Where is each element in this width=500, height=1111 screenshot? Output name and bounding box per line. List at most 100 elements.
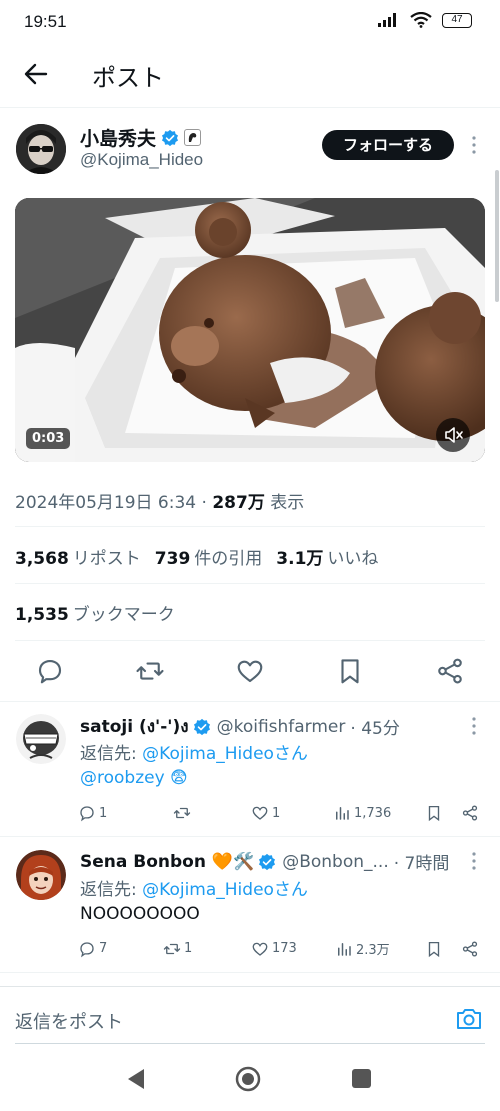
back-arrow-icon[interactable]	[20, 58, 52, 90]
author-name-text[interactable]: 小島秀夫	[80, 124, 156, 151]
share-icon[interactable]	[461, 804, 479, 822]
reply-replies[interactable]: 1	[78, 804, 173, 822]
reply-text: NOOOOOOOO	[80, 904, 200, 924]
affiliation-badge-icon	[184, 129, 202, 146]
bookmark-icon[interactable]	[335, 656, 365, 686]
reply-reposts[interactable]: 1	[163, 940, 251, 958]
reply-icon[interactable]	[35, 656, 65, 686]
reply-reposts-count: 1	[184, 941, 193, 956]
reply-icon	[80, 806, 94, 822]
like-icon	[252, 942, 268, 956]
reply-header: Sena Bonbon 🧡🛠️ @Bonbon_... · 7時間	[80, 849, 450, 875]
mute-icon	[445, 427, 463, 443]
page-title: ポスト	[92, 64, 164, 92]
header-divider	[0, 107, 500, 108]
reply-to-link[interactable]: @Kojima_Hideoさん	[142, 880, 308, 900]
signal-icon	[378, 13, 396, 27]
share-icon[interactable]	[461, 940, 479, 958]
reply-author-handle[interactable]: @Bonbon_...	[282, 852, 389, 872]
reply-to-line: 返信先: @Kojima_Hideoさん	[80, 739, 308, 764]
reply-to-line: 返信先: @Kojima_Hideoさん	[80, 875, 308, 900]
nav-recent-apps-icon[interactable]	[352, 1069, 371, 1088]
reply-views-count: 2.3万	[356, 943, 390, 958]
bookmarks-stat[interactable]: 1,535 ブックマーク	[15, 600, 175, 625]
reply-avatar[interactable]	[16, 714, 66, 764]
reply-replies[interactable]: 7	[78, 940, 163, 958]
reply-likes[interactable]: 1	[251, 804, 333, 822]
reply-to-prefix: 返信先:	[80, 744, 143, 764]
share-icon[interactable]	[435, 656, 465, 686]
video-duration: 0:03	[26, 428, 71, 449]
reply-to-prefix: 返信先:	[80, 880, 143, 900]
nav-back-icon[interactable]	[125, 1067, 147, 1091]
repost-icon	[163, 943, 181, 954]
reply-views[interactable]: 1,736	[333, 804, 425, 822]
likes-stat[interactable]: 3.1万 いいね	[276, 544, 378, 569]
reply-author-handle[interactable]: @koifishfarmer	[217, 717, 346, 737]
reply-time: · 45分	[350, 719, 400, 739]
post-datetime[interactable]: 2024年05月19日 6:34	[15, 493, 196, 513]
status-icons: 47	[378, 12, 472, 28]
reply-author-name[interactable]: satoji (ง'-')ง	[80, 713, 189, 740]
verified-icon	[193, 718, 210, 735]
reply-avatar[interactable]	[16, 850, 66, 900]
reply-views-count: 1,736	[354, 805, 392, 821]
more-icon[interactable]	[468, 849, 480, 873]
more-icon[interactable]	[468, 714, 480, 738]
views-icon	[338, 942, 351, 956]
quotes-count: 739	[154, 549, 191, 569]
reposts-label: リポスト	[72, 549, 141, 569]
reply-views[interactable]: 2.3万	[335, 939, 425, 958]
reply-header: satoji (ง'-')ง @koifishfarmer · 45分	[80, 713, 400, 740]
reply-input[interactable]: 返信をポスト	[15, 1008, 123, 1034]
reply-replies-count: 7	[99, 941, 108, 956]
likes-label: いいね	[327, 549, 379, 569]
reply-to-link[interactable]: @Kojima_Hideoさん	[142, 744, 308, 764]
reply-likes[interactable]: 173	[251, 940, 335, 958]
like-icon[interactable]	[235, 656, 265, 686]
reply-metrics: 1 1 1,736	[78, 804, 479, 822]
bookmark-icon[interactable]	[425, 940, 443, 958]
reposts-count: 3,568	[15, 549, 69, 569]
bookmark-icon[interactable]	[425, 804, 443, 822]
bookmarks-count: 1,535	[15, 605, 69, 625]
reposts-stat[interactable]: 3,568 リポスト	[15, 544, 141, 569]
reply-metrics: 7 1 173 2.3万	[78, 939, 479, 958]
battery-indicator: 47	[442, 12, 472, 28]
reply-likes-count: 173	[272, 941, 297, 956]
wifi-icon	[410, 12, 432, 28]
views-count: 287万	[212, 493, 265, 513]
camera-icon[interactable]	[455, 1006, 483, 1032]
mute-button[interactable]	[436, 418, 470, 452]
post-meta: 2024年05月19日 6:34 · 287万 表示	[15, 493, 305, 513]
reply-bar-underline	[15, 1043, 485, 1044]
author-handle[interactable]: @Kojima_Hideo	[80, 150, 203, 170]
reply-time: · 7時間	[393, 854, 450, 874]
reply-bar-divider	[0, 986, 500, 987]
nav-home-icon[interactable]	[235, 1066, 261, 1092]
bookmarks-label: ブックマーク	[72, 605, 175, 625]
video-player[interactable]	[15, 198, 485, 462]
quotes-stat[interactable]: 739 件の引用	[155, 544, 263, 569]
divider	[15, 583, 485, 584]
author-name[interactable]: 小島秀夫	[80, 124, 202, 151]
reply-reposts[interactable]	[173, 804, 251, 822]
repost-icon	[173, 807, 191, 819]
divider	[0, 701, 500, 702]
reply-text[interactable]: @roobzey 😨	[80, 768, 188, 788]
views-icon	[336, 807, 349, 820]
divider	[15, 640, 485, 641]
divider	[0, 972, 500, 973]
divider	[0, 836, 500, 837]
reply-likes-count: 1	[272, 805, 281, 821]
like-icon	[252, 806, 268, 820]
verified-icon	[161, 129, 179, 146]
scrollbar[interactable]	[495, 170, 499, 302]
reply-replies-count: 1	[99, 805, 108, 821]
author-avatar[interactable]	[16, 124, 66, 174]
repost-icon[interactable]	[135, 656, 165, 686]
follow-button[interactable]: フォローする	[322, 130, 454, 160]
verified-icon	[259, 853, 276, 870]
reply-author-name[interactable]: Sena Bonbon 🧡🛠️	[80, 852, 254, 872]
more-icon[interactable]	[468, 133, 480, 157]
